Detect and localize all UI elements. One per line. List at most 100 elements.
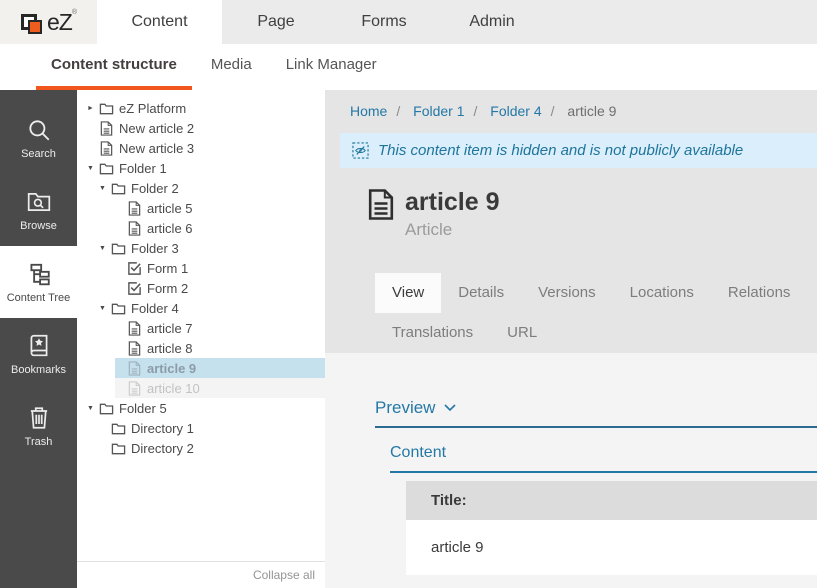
tree-item-label: New article 2 (119, 121, 194, 136)
content-tabs: View Details Versions Locations Relation… (375, 273, 817, 353)
registered-mark: ® (72, 9, 76, 16)
icon-sidebar: Search Browse Content Tree Bookmarks Tra… (0, 90, 77, 588)
tree-item-hidden[interactable]: article 10 (77, 378, 325, 398)
tree-item[interactable]: Directory 1 (77, 418, 325, 438)
top-bar: eZ® Content Page Forms Admin (0, 0, 817, 44)
sidebar-item-label: Search (21, 148, 56, 160)
tree-item[interactable]: Form 2 (77, 278, 325, 298)
tree-item[interactable]: Folder 3 (77, 238, 325, 258)
sidebar-item-label: Content Tree (7, 292, 71, 304)
tree-item-label: New article 3 (119, 141, 194, 156)
top-tab-admin[interactable]: Admin (438, 0, 546, 44)
browse-icon (26, 189, 52, 215)
tree-item[interactable]: article 7 (77, 318, 325, 338)
tab-relations[interactable]: Relations (711, 273, 808, 313)
tree-item-label: Folder 2 (131, 181, 179, 196)
breadcrumb-link-folder1[interactable]: Folder 1 (413, 103, 486, 119)
folder-icon (111, 181, 126, 196)
sidebar-item-label: Trash (25, 436, 53, 448)
subnav-content-structure[interactable]: Content structure (36, 44, 192, 90)
tab-versions[interactable]: Versions (521, 273, 613, 313)
tree-item[interactable]: article 5 (77, 198, 325, 218)
form-icon (127, 281, 142, 296)
content-type-label: Article (405, 220, 500, 240)
preview-label: Preview (375, 398, 435, 418)
tree-item-label: Directory 1 (131, 421, 194, 436)
article-icon (127, 321, 142, 336)
article-icon (99, 141, 114, 156)
tree-item-label: article 10 (147, 381, 200, 396)
page-title: article 9 (405, 188, 500, 217)
sidebar-item-search[interactable]: Search (0, 102, 77, 174)
tab-details[interactable]: Details (441, 273, 521, 313)
chevron-down-icon (444, 404, 456, 412)
article-icon (127, 381, 142, 396)
tree-item[interactable]: Folder 4 (77, 298, 325, 318)
tab-translations[interactable]: Translations (375, 313, 490, 353)
title-block: article 9 Article (368, 188, 817, 238)
tree-item-label: Directory 2 (131, 441, 194, 456)
content-tree-icon (26, 261, 52, 287)
field-table: Title: article 9 (406, 481, 817, 575)
tab-view[interactable]: View (375, 273, 441, 313)
tree-item[interactable]: Form 1 (77, 258, 325, 278)
tree-item[interactable]: New article 2 (77, 118, 325, 138)
folder-icon (99, 101, 114, 116)
tree-item[interactable]: Folder 5 (77, 398, 325, 418)
logo-square-orange (28, 20, 42, 34)
trash-icon (26, 405, 52, 431)
subnav-link-manager[interactable]: Link Manager (271, 44, 392, 90)
tree-item-label: article 6 (147, 221, 193, 236)
bookmarks-icon (26, 333, 52, 359)
article-icon (127, 221, 142, 236)
breadcrumb-link-home[interactable]: Home (350, 103, 409, 119)
hidden-notice-text: This content item is hidden and is not p… (378, 142, 743, 159)
folder-icon (111, 301, 126, 316)
top-tab-page[interactable]: Page (222, 0, 330, 44)
collapse-toggle-icon[interactable] (99, 185, 111, 192)
tree-item-label: Form 1 (147, 261, 188, 276)
tree-item[interactable]: New article 3 (77, 138, 325, 158)
collapse-toggle-icon[interactable] (99, 305, 111, 312)
tree-item-label: Folder 3 (131, 241, 179, 256)
sidebar-item-content-tree[interactable]: Content Tree (0, 246, 77, 318)
ez-logo[interactable]: eZ® (0, 0, 97, 44)
form-icon (127, 261, 142, 276)
top-tab-forms[interactable]: Forms (330, 0, 438, 44)
expand-toggle-icon[interactable] (87, 105, 99, 112)
tree-item[interactable]: article 8 (77, 338, 325, 358)
sidebar-item-browse[interactable]: Browse (0, 174, 77, 246)
collapse-all-button[interactable]: Collapse all (77, 561, 325, 588)
tree-item-label: article 5 (147, 201, 193, 216)
search-icon (26, 117, 52, 143)
tree-item-selected[interactable]: article 9 (77, 358, 325, 378)
tree-item-label: Folder 4 (131, 301, 179, 316)
tree-item[interactable]: article 6 (77, 218, 325, 238)
field-value: article 9 (406, 520, 817, 575)
article-icon (127, 201, 142, 216)
collapse-toggle-icon[interactable] (87, 165, 99, 172)
sidebar-item-bookmarks[interactable]: Bookmarks (0, 318, 77, 390)
breadcrumb-link-folder4[interactable]: Folder 4 (490, 103, 563, 119)
sidebar-item-trash[interactable]: Trash (0, 390, 77, 462)
preview-section-header[interactable]: Preview (375, 398, 817, 428)
hidden-eye-icon (352, 142, 369, 159)
tree-item[interactable]: eZ Platform (77, 98, 325, 118)
subnav-media[interactable]: Media (196, 44, 267, 90)
tree-item[interactable]: Folder 2 (77, 178, 325, 198)
sidebar-item-label: Browse (20, 220, 57, 232)
collapse-toggle-icon[interactable] (99, 245, 111, 252)
collapse-toggle-icon[interactable] (87, 405, 99, 412)
top-tab-content[interactable]: Content (97, 0, 222, 44)
tree-item-label: Form 2 (147, 281, 188, 296)
tree-item-label: Folder 5 (119, 401, 167, 416)
tab-url[interactable]: URL (490, 313, 554, 353)
tree-item[interactable]: Folder 1 (77, 158, 325, 178)
field-name: Title: (406, 481, 817, 520)
tab-locations[interactable]: Locations (613, 273, 711, 313)
tree-item[interactable]: Directory 2 (77, 438, 325, 458)
article-type-icon (368, 188, 394, 221)
folder-icon (111, 421, 126, 436)
tree-item-label: article 9 (147, 361, 196, 376)
breadcrumb-current: article 9 (567, 103, 616, 119)
